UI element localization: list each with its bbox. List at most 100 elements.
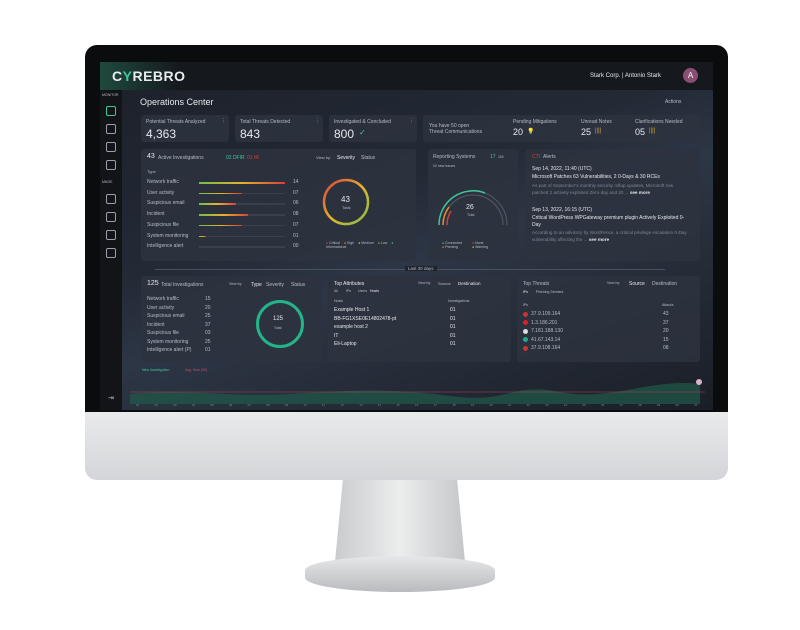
logo[interactable]: CYREBRO <box>100 62 185 90</box>
filter-phishing-senders[interactable]: Phishing Senders <box>536 290 563 294</box>
alert-title[interactable]: Critical WordPress WPGateway premium plu… <box>532 215 687 229</box>
investigation-count: 01 <box>450 341 456 347</box>
ip-address[interactable]: 41.67.143.14 <box>531 337 560 343</box>
stat-value: 800 <box>334 127 355 141</box>
type-bar <box>199 192 285 195</box>
type-label: Intelligence alert <box>147 243 184 250</box>
see-more-link[interactable]: see more <box>589 237 609 242</box>
tab-severity[interactable]: Severity <box>266 282 284 288</box>
new-issues[interactable]: 02 new issues <box>433 164 455 168</box>
comms-label: Clarifications Needed <box>635 119 683 125</box>
x-tick-label: 29 <box>656 403 661 407</box>
investigation-count: 01 <box>450 315 456 322</box>
x-tick-label: 13 <box>359 403 363 407</box>
tab-source[interactable]: Source <box>629 281 645 287</box>
type-value: 25 <box>205 338 211 345</box>
type-label: User activity <box>147 189 175 196</box>
x-tick-label: 16 <box>415 403 419 407</box>
gauge-total: 26 <box>466 204 474 211</box>
investigation-count: 01 <box>450 332 456 339</box>
tab-status[interactable]: Status <box>361 155 375 161</box>
legend-item: ● Pending <box>442 245 458 249</box>
comms-label: Unread Notes <box>581 119 612 125</box>
comms-value[interactable]: 25 <box>581 127 591 137</box>
avatar[interactable]: A <box>683 68 698 83</box>
tab-source[interactable]: Source <box>438 281 451 286</box>
user-icon[interactable] <box>106 194 116 204</box>
tab-destination[interactable]: Destination <box>652 281 677 287</box>
shield-icon[interactable] <box>106 230 116 240</box>
type-label: Suspicious file <box>147 330 179 336</box>
host-name[interactable]: BB-FG1XSE0E14802478-pt <box>334 316 396 322</box>
host-name[interactable]: Eli-Laptop <box>334 341 357 347</box>
sidebar-section-monitor: MONITOR <box>102 93 119 97</box>
search-doc-icon[interactable] <box>106 124 116 134</box>
column-header: IPs <box>523 303 529 307</box>
tab-status[interactable]: Status <box>291 282 305 288</box>
filter-ips[interactable]: IPs <box>346 289 351 293</box>
tab-destination[interactable]: Destination <box>458 281 481 286</box>
see-more-link[interactable]: see more <box>630 190 650 195</box>
tab-severity[interactable]: Severity <box>337 155 355 161</box>
x-tick-label: 03 <box>173 403 177 407</box>
filter-all[interactable]: All <box>334 289 338 293</box>
stat-card: Potential Threats Analyzed 4,363 ⋮ <box>141 115 229 142</box>
panel-title: Active Investigations <box>158 155 204 161</box>
x-tick-label: 10 <box>303 403 307 407</box>
host-name[interactable]: example host 2 <box>334 324 368 330</box>
ip-address[interactable]: 37.9.109.164 <box>531 311 560 317</box>
monitor-stand <box>335 480 465 562</box>
more-icon[interactable]: ⋮ <box>315 118 320 124</box>
gauge-total-label: Total <box>467 213 475 217</box>
legend-item: ● Medium <box>358 241 374 245</box>
type-bar <box>199 224 285 227</box>
settings-icon[interactable] <box>106 248 116 258</box>
type-header: Type <box>147 169 156 174</box>
timeline-handle <box>696 379 702 385</box>
stat-card: Investigated & Concluded 800 ⋮ ✓ <box>329 115 417 142</box>
cloud-icon[interactable] <box>106 142 116 152</box>
alert-title[interactable]: Microsoft Patches 63 Vulnerabilities, 2 … <box>532 174 687 181</box>
doc-icon[interactable] <box>106 212 116 222</box>
filter-ips[interactable]: IPs <box>523 290 528 294</box>
ip-address[interactable]: 7.181.188.130 <box>531 328 563 334</box>
type-value: 07 <box>293 189 299 196</box>
ip-address[interactable]: 1.3.186.201 <box>531 320 557 326</box>
comms-value[interactable]: 20 <box>513 127 523 137</box>
type-label: Network traffic <box>147 296 179 302</box>
actions-dropdown[interactable]: Actions <box>665 99 681 105</box>
legend-average: Avg. New (09) <box>185 368 208 372</box>
x-tick-label: 05 <box>210 403 214 407</box>
activity-icon[interactable] <box>106 106 116 116</box>
total-donut <box>256 300 304 348</box>
logout-icon[interactable]: ⇥ <box>108 394 114 402</box>
threat-communications-card: You have 50 open Threat Communications P… <box>423 115 700 142</box>
tab-type[interactable]: Type <box>251 282 262 288</box>
x-tick-label: 12 <box>340 403 344 407</box>
date-range-dropdown[interactable]: Last 30 days <box>405 266 437 271</box>
severity-bars-icon: |||| <box>649 128 656 134</box>
donut-total-label: Total <box>342 205 351 210</box>
more-icon[interactable]: ⋮ <box>409 118 414 124</box>
x-tick-label: 26 <box>601 403 605 407</box>
account-switcher[interactable]: Stark Corp. | Antonio Stark <box>590 73 661 79</box>
top-attributes-panel: Top Attributes View by: Source Destinati… <box>328 276 511 362</box>
view-by-label: View by: <box>229 282 243 286</box>
x-tick-label: 02 <box>154 403 158 407</box>
comms-text[interactable]: Threat Communications <box>429 129 482 135</box>
type-bar <box>199 235 285 237</box>
alert-body: As part of September's monthly security … <box>532 183 674 195</box>
comms-value[interactable]: 05 <box>635 127 645 137</box>
type-value: 07 <box>293 221 299 228</box>
type-label: Incident <box>147 321 165 328</box>
filter-hosts[interactable]: Hosts <box>370 289 379 293</box>
host-name[interactable]: IT <box>334 333 338 339</box>
grid-icon[interactable] <box>106 160 116 170</box>
host-name[interactable]: Example Host 1 <box>334 307 369 313</box>
more-icon[interactable]: ⋮ <box>221 118 226 124</box>
reporting-systems-panel: Reporting Systems 17 /26 02 new issues 2… <box>428 149 518 261</box>
filter-users[interactable]: Users <box>358 289 367 293</box>
stat-card: Total Threats Detected 843 ⋮ <box>235 115 323 142</box>
ip-address[interactable]: 37.9.108.164 <box>531 345 560 351</box>
type-value: 01 <box>293 232 299 239</box>
